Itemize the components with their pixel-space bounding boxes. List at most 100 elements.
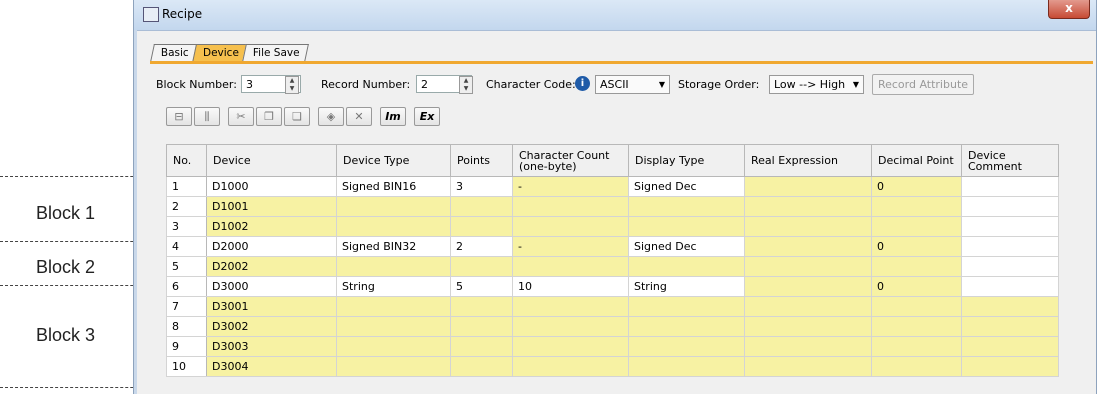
- record-attribute-button[interactable]: Record Attribute: [872, 74, 974, 95]
- cell-real-expression[interactable]: [744, 176, 872, 197]
- cell-decimal-point[interactable]: [871, 296, 962, 317]
- cell-device-type[interactable]: String: [336, 276, 451, 297]
- cell-device-type[interactable]: Signed BIN32: [336, 236, 451, 257]
- cell-decimal-point[interactable]: [871, 256, 962, 277]
- cell-device-type[interactable]: [336, 356, 451, 377]
- table-row[interactable]: 5 D2002: [166, 256, 1059, 277]
- cell-character-count[interactable]: -: [512, 176, 629, 197]
- cell-character-count[interactable]: 10: [512, 276, 629, 297]
- cell-character-count[interactable]: [512, 316, 629, 337]
- cell-display-type[interactable]: Signed Dec: [628, 236, 745, 257]
- cell-decimal-point[interactable]: [871, 196, 962, 217]
- cell-decimal-point[interactable]: 0: [871, 236, 962, 257]
- cell-device-comment[interactable]: [961, 316, 1059, 337]
- cell-device[interactable]: D3002: [206, 316, 337, 337]
- table-row[interactable]: 10 D3004: [166, 356, 1059, 377]
- table-row[interactable]: 4 D2000 Signed BIN32 2- Signed Dec 0: [166, 236, 1059, 257]
- cell-character-count[interactable]: [512, 296, 629, 317]
- cell-decimal-point[interactable]: [871, 336, 962, 357]
- block-number-stepper[interactable]: ▲ ▼: [285, 76, 299, 94]
- insert-col-icon[interactable]: ⫼: [194, 107, 220, 126]
- cell-display-type[interactable]: [628, 216, 745, 237]
- delete-icon[interactable]: ✕: [346, 107, 372, 126]
- cell-points[interactable]: [450, 256, 513, 277]
- cut-icon[interactable]: ✂: [228, 107, 254, 126]
- cell-display-type[interactable]: Signed Dec: [628, 176, 745, 197]
- cell-device-type[interactable]: [336, 216, 451, 237]
- cell-display-type[interactable]: [628, 256, 745, 277]
- tab-basic[interactable]: Basic: [150, 44, 198, 62]
- cell-device-type[interactable]: [336, 336, 451, 357]
- table-row[interactable]: 3 D1002: [166, 216, 1059, 237]
- cell-character-count[interactable]: [512, 336, 629, 357]
- cell-device-type[interactable]: [336, 256, 451, 277]
- close-button[interactable]: x: [1048, 0, 1090, 19]
- cell-display-type[interactable]: String: [628, 276, 745, 297]
- table-row[interactable]: 8 D3002: [166, 316, 1059, 337]
- cell-device-comment[interactable]: [961, 216, 1059, 237]
- cell-points[interactable]: [450, 316, 513, 337]
- cell-character-count[interactable]: [512, 256, 629, 277]
- cell-points[interactable]: [450, 216, 513, 237]
- cell-device[interactable]: D2000: [206, 236, 337, 257]
- cell-real-expression[interactable]: [744, 356, 872, 377]
- cell-device[interactable]: D3001: [206, 296, 337, 317]
- cell-device-comment[interactable]: [961, 276, 1059, 297]
- tab-file-save[interactable]: File Save: [241, 44, 309, 62]
- cell-real-expression[interactable]: [744, 296, 872, 317]
- cell-points[interactable]: 2: [450, 236, 513, 257]
- cell-device[interactable]: D1002: [206, 216, 337, 237]
- cell-device[interactable]: D2002: [206, 256, 337, 277]
- cell-points[interactable]: [450, 336, 513, 357]
- cell-device-comment[interactable]: [961, 176, 1059, 197]
- insert-row-icon[interactable]: ⊟: [166, 107, 192, 126]
- clear-icon[interactable]: ◈: [318, 107, 344, 126]
- cell-character-count[interactable]: [512, 356, 629, 377]
- cell-device-type[interactable]: [336, 316, 451, 337]
- cell-device-type[interactable]: Signed BIN16: [336, 176, 451, 197]
- cell-device-comment[interactable]: [961, 356, 1059, 377]
- cell-real-expression[interactable]: [744, 196, 872, 217]
- cell-device-comment[interactable]: [961, 236, 1059, 257]
- info-icon[interactable]: i: [575, 76, 590, 91]
- paste-icon[interactable]: ❏: [284, 107, 310, 126]
- copy-icon[interactable]: ❐: [256, 107, 282, 126]
- cell-real-expression[interactable]: [744, 336, 872, 357]
- export-icon[interactable]: Ex: [414, 107, 440, 126]
- cell-points[interactable]: 3: [450, 176, 513, 197]
- table-row[interactable]: 2 D1001: [166, 196, 1059, 217]
- character-code-select[interactable]: ASCII ▼: [595, 75, 670, 94]
- cell-points[interactable]: [450, 356, 513, 377]
- cell-device-comment[interactable]: [961, 336, 1059, 357]
- record-number-stepper[interactable]: ▲ ▼: [459, 76, 473, 94]
- table-row[interactable]: 9 D3003: [166, 336, 1059, 357]
- cell-display-type[interactable]: [628, 356, 745, 377]
- cell-real-expression[interactable]: [744, 236, 872, 257]
- table-row[interactable]: 6 D3000 String 5 10 String 0: [166, 276, 1059, 297]
- cell-display-type[interactable]: [628, 296, 745, 317]
- cell-device[interactable]: D1000: [206, 176, 337, 197]
- cell-display-type[interactable]: [628, 316, 745, 337]
- cell-device[interactable]: D1001: [206, 196, 337, 217]
- cell-display-type[interactable]: [628, 336, 745, 357]
- cell-points[interactable]: 5: [450, 276, 513, 297]
- cell-real-expression[interactable]: [744, 316, 872, 337]
- cell-decimal-point[interactable]: [871, 356, 962, 377]
- cell-character-count[interactable]: [512, 216, 629, 237]
- table-row[interactable]: 1 D1000 Signed BIN16 3- Signed Dec 0: [166, 176, 1059, 197]
- cell-real-expression[interactable]: [744, 216, 872, 237]
- cell-decimal-point[interactable]: 0: [871, 276, 962, 297]
- cell-device[interactable]: D3000: [206, 276, 337, 297]
- cell-decimal-point[interactable]: 0: [871, 176, 962, 197]
- cell-display-type[interactable]: [628, 196, 745, 217]
- cell-decimal-point[interactable]: [871, 216, 962, 237]
- cell-device-comment[interactable]: [961, 296, 1059, 317]
- import-icon[interactable]: Im: [380, 107, 406, 126]
- cell-character-count[interactable]: -: [512, 236, 629, 257]
- cell-device-comment[interactable]: [961, 196, 1059, 217]
- cell-character-count[interactable]: [512, 196, 629, 217]
- cell-device[interactable]: D3004: [206, 356, 337, 377]
- cell-real-expression[interactable]: [744, 256, 872, 277]
- cell-decimal-point[interactable]: [871, 316, 962, 337]
- cell-device-type[interactable]: [336, 296, 451, 317]
